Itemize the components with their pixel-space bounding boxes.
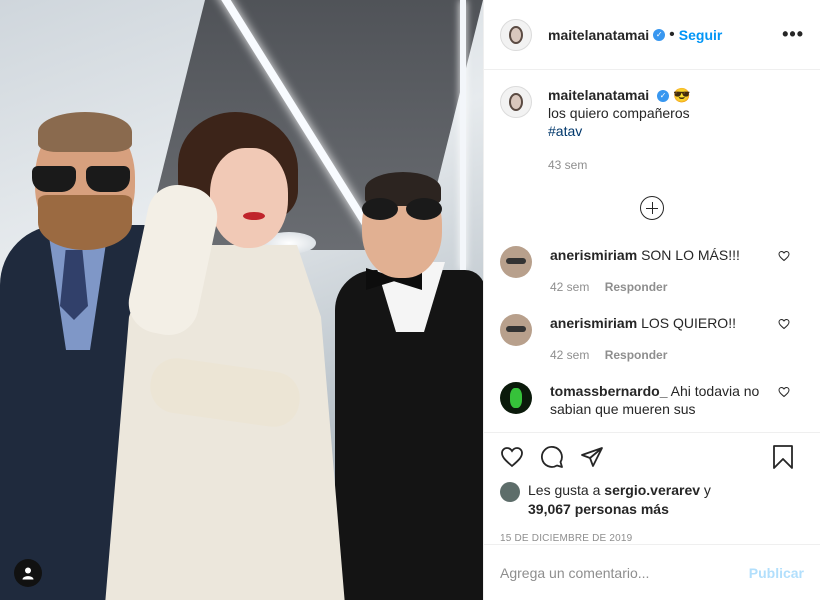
commenter-avatar[interactable] [500,314,532,346]
comment-text: LOS QUIERO!! [641,315,736,331]
reply-button[interactable]: Responder [605,280,668,294]
comment-item: anerismiriam SON LO MÁS!!! 42 sem Respon… [500,246,804,296]
comment-item: tomassbernardo_ Ahi todavia no sabian qu… [500,382,804,418]
post-caption: maitelanatamai ✓ 😎 los quiero compañeros… [500,86,804,174]
heart-icon[interactable] [500,445,524,469]
post-header: maitelanatamai ✓ • Seguir ••• [484,0,820,70]
comment-icon[interactable] [540,445,564,469]
comment-time[interactable]: 42 sem [550,348,589,362]
share-icon[interactable] [580,445,604,469]
plus-circle-icon [640,196,664,220]
more-options-button[interactable]: ••• [782,24,804,45]
publish-button[interactable]: Publicar [749,565,804,581]
likes-prefix: Les gusta a [528,482,601,498]
woman-face [210,148,288,248]
author-avatar[interactable] [500,18,532,51]
comment-username[interactable]: anerismiriam [550,247,637,263]
comments-list[interactable]: maitelanatamai ✓ 😎 los quiero compañeros… [484,70,820,432]
commenter-avatar[interactable] [500,382,532,414]
post-date[interactable]: 15 DE DICIEMBRE DE 2019 [500,533,804,544]
likes-count[interactable]: 39,067 personas más [528,501,669,517]
follow-button[interactable]: Seguir [679,27,723,43]
caption-text: los quiero compañeros [548,105,690,121]
separator-dot: • [669,25,675,43]
comment-username[interactable]: anerismiriam [550,315,637,331]
comment-text: SON LO MÁS!!! [641,247,740,263]
left-man-beard [38,195,132,250]
comment-username[interactable]: tomassbernardo_ [550,383,667,399]
caption-emoji: 😎 [672,87,691,103]
comment-like-icon[interactable] [778,386,790,398]
post-panel: maitelanatamai ✓ • Seguir ••• maitelanat… [483,0,820,600]
ceiling-light-strip-right [460,0,466,270]
comment-time[interactable]: 42 sem [550,280,589,294]
load-more-comments[interactable] [500,196,804,220]
left-man-sunglasses [32,166,132,194]
comment-like-icon[interactable] [778,250,790,262]
likes-connector: y [703,482,711,498]
comment-input[interactable] [500,564,749,581]
user-tag-icon [22,567,34,580]
author-username[interactable]: maitelanatamai [548,27,649,43]
bookmark-icon[interactable] [772,445,794,469]
liker-avatar[interactable] [500,482,520,502]
verified-icon: ✓ [657,90,670,103]
comment-like-icon[interactable] [778,318,790,330]
post-photo[interactable] [0,0,483,600]
liker-username[interactable]: sergio.verarev [604,482,700,498]
comment-item: anerismiriam LOS QUIERO!! 42 sem Respond… [500,314,804,364]
caption-time[interactable]: 43 sem [548,156,690,174]
caption-author-avatar[interactable] [500,86,532,118]
commenter-avatar[interactable] [500,246,532,278]
caption-hashtag[interactable]: #atav [548,122,690,140]
likes-summary: Les gusta a sergio.verarev y 39,067 pers… [500,481,804,519]
verified-icon: ✓ [653,28,666,41]
woman-lips [243,212,265,220]
left-man-hair [38,112,132,152]
action-icons [500,433,804,481]
reply-button[interactable]: Responder [605,348,668,362]
user-tag-button[interactable] [14,559,42,587]
right-man-sunglasses [360,198,444,222]
post-actions: Les gusta a sergio.verarev y 39,067 pers… [484,432,820,544]
add-comment-bar: Publicar [484,544,820,600]
caption-username[interactable]: maitelanatamai [548,87,649,103]
